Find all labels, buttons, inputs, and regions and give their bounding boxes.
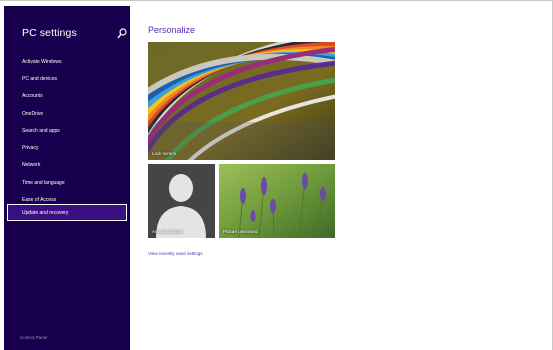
search-icon[interactable] <box>117 28 127 39</box>
sidebar-item-activate-windows[interactable]: Activate Windows <box>22 56 122 68</box>
sidebar-item-pc-and-devices[interactable]: PC and devices <box>22 73 122 85</box>
sidebar-item-time-and-language[interactable]: Time and language <box>22 177 122 189</box>
sidebar-item-update-and-recovery[interactable]: Update and recovery <box>7 204 127 221</box>
sidebar: PC settings Activate Windows PC and devi… <box>4 6 130 350</box>
page-title: Personalize <box>148 25 196 35</box>
sidebar-item-onedrive[interactable]: OneDrive <box>22 108 122 120</box>
picture-password-tile[interactable]: Picture password <box>219 164 335 238</box>
sidebar-item-accounts[interactable]: Accounts <box>22 90 122 102</box>
picture-password-label: Picture password <box>223 229 258 234</box>
window-top-border <box>0 0 553 1</box>
account-picture-label: Account picture <box>152 229 184 234</box>
sidebar-item-network[interactable]: Network <box>22 159 122 171</box>
sidebar-item-search-and-apps[interactable]: Search and apps <box>22 125 122 137</box>
account-picture-tile[interactable]: Account picture <box>148 164 215 238</box>
lock-screen-label: Lock screen <box>152 151 177 156</box>
control-panel-link[interactable]: Control Panel <box>20 335 47 340</box>
avatar-placeholder-icon <box>148 164 215 238</box>
lock-screen-image <box>148 42 335 160</box>
lavender-image <box>219 164 335 238</box>
sidebar-item-privacy[interactable]: Privacy <box>22 142 122 154</box>
sidebar-title: PC settings <box>22 27 77 39</box>
view-recent-settings-link[interactable]: View recently used settings <box>148 251 202 256</box>
lock-screen-tile[interactable]: Lock screen <box>148 42 335 160</box>
